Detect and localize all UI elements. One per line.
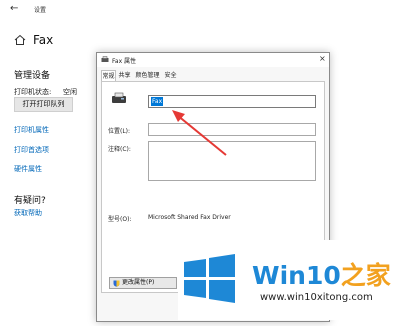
change-properties-label: 更改属性(P) [122, 279, 155, 286]
help-heading: 有疑问? [14, 196, 46, 206]
location-label: 位置(L): [108, 128, 131, 135]
site-watermark: Win10之家 www.win10xitong.com [178, 240, 412, 320]
dialog-title: Fax 属性 [112, 58, 137, 65]
printer-properties-link[interactable]: 打印机属性 [14, 125, 49, 135]
printer-name-value: Fax [151, 97, 164, 106]
fax-printer-icon [101, 56, 109, 62]
open-print-queue-button[interactable]: 打开打印队列 [14, 97, 73, 112]
tab-general[interactable]: 常规 [101, 70, 116, 81]
tab-sharing[interactable]: 共享 [117, 70, 132, 81]
printer-name-input[interactable]: Fax [148, 95, 316, 108]
printer-status-label: 打印机状态: [14, 88, 52, 96]
brand-main-text: Win10 [252, 261, 341, 290]
brand-suffix-text: 之家 [340, 261, 391, 290]
back-arrow-icon[interactable]: ← [10, 3, 18, 14]
comment-label: 注释(C): [108, 146, 131, 153]
close-icon[interactable]: × [319, 54, 326, 63]
home-icon[interactable] [14, 34, 26, 46]
manage-device-heading: 管理设备 [14, 71, 51, 81]
location-input[interactable] [148, 123, 316, 136]
get-help-link[interactable]: 获取帮助 [14, 208, 42, 218]
comment-textarea[interactable] [148, 141, 316, 181]
window-title: 设置 [34, 7, 47, 14]
tab-color-management[interactable]: 颜色管理 [133, 70, 162, 81]
brand-name: Win10之家 [252, 256, 391, 292]
hardware-properties-link[interactable]: 硬件属性 [14, 164, 42, 174]
windows-logo-icon [184, 254, 235, 303]
model-value: Microsoft Shared Fax Driver [148, 214, 231, 221]
fax-printer-icon [112, 92, 126, 103]
change-properties-button[interactable]: 更改属性(P) [109, 277, 177, 289]
brand-url: www.win10xitong.com [260, 292, 373, 303]
printer-status-value: 空闲 [63, 88, 77, 96]
page-title: Fax [33, 33, 54, 47]
dialog-titlebar: Fax 属性 × [97, 53, 329, 67]
shield-icon [113, 280, 120, 287]
tab-security[interactable]: 安全 [163, 70, 178, 81]
model-label: 型号(O): [108, 216, 132, 223]
printing-preferences-link[interactable]: 打印首选项 [14, 145, 49, 155]
window-titlebar: ← 设置 [0, 0, 412, 22]
